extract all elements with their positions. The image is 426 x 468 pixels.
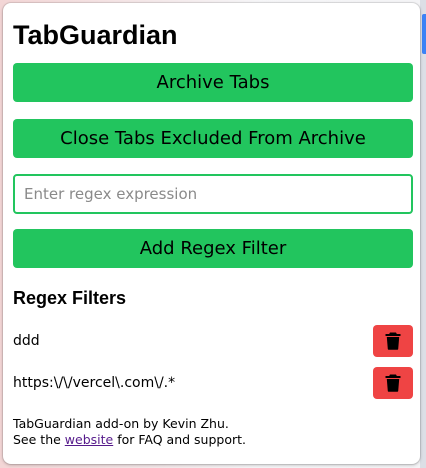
list-item: ddd — [13, 325, 413, 357]
footer-credit: TabGuardian add-on by Kevin Zhu. — [13, 416, 229, 431]
footer: TabGuardian add-on by Kevin Zhu. See the… — [13, 416, 246, 448]
filter-pattern: ddd — [13, 333, 40, 349]
list-item: https:\/\/vercel\.com\/.* — [13, 367, 413, 399]
app-title: TabGuardian — [13, 20, 178, 50]
delete-filter-button[interactable] — [373, 325, 413, 357]
extension-popup: TabGuardian Archive Tabs Close Tabs Excl… — [3, 3, 420, 464]
browser-scrollbar-track — [420, 0, 426, 468]
filter-pattern: https:\/\/vercel\.com\/.* — [13, 375, 176, 391]
website-link[interactable]: website — [65, 432, 113, 447]
regex-filters-heading: Regex Filters — [13, 288, 127, 308]
footer-support-line: See the website for FAQ and support. — [13, 432, 246, 448]
regex-input[interactable] — [13, 174, 413, 214]
add-regex-filter-button[interactable]: Add Regex Filter — [13, 229, 413, 268]
footer-prefix: See the — [13, 432, 65, 447]
footer-suffix: for FAQ and support. — [113, 432, 246, 447]
delete-filter-button[interactable] — [373, 367, 413, 399]
regex-filter-list: ddd https:\/\/vercel\.com\/.* — [13, 325, 413, 409]
archive-tabs-button[interactable]: Archive Tabs — [13, 63, 413, 102]
trash-icon — [385, 332, 401, 350]
close-excluded-tabs-button[interactable]: Close Tabs Excluded From Archive — [13, 119, 413, 158]
browser-edge-accent — [422, 14, 426, 54]
trash-icon — [385, 374, 401, 392]
